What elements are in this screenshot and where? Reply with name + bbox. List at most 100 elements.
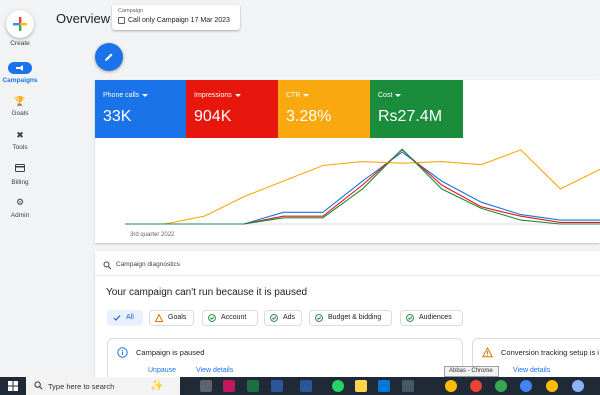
metric-ctr-value: 3.28% — [286, 108, 332, 125]
performance-line-chart: 3rd quarter 2022 — [125, 148, 600, 238]
issue-title: Campaign is paused — [136, 348, 205, 357]
create-button[interactable] — [6, 10, 34, 38]
chart-series-line-2 — [125, 149, 600, 225]
metric-cost[interactable]: Cost Rs27.4M — [370, 80, 463, 138]
megaphone-icon — [16, 65, 23, 71]
metric-phone-calls[interactable]: Phone calls 33K — [95, 80, 186, 138]
dropdown-caret-icon — [395, 93, 402, 97]
chart-series-line-3 — [125, 148, 600, 225]
info-icon — [117, 347, 128, 358]
app-icon[interactable] — [402, 380, 414, 392]
chrome-icon[interactable] — [495, 380, 507, 392]
metric-phone-calls-value: 33K — [103, 108, 132, 125]
whatsapp-icon[interactable] — [332, 380, 344, 392]
metric-impressions-label: Impressions — [194, 92, 241, 99]
check-circle-icon — [208, 314, 216, 322]
metric-impressions[interactable]: Impressions 904K — [186, 80, 278, 138]
chart-series-line-0 — [125, 151, 600, 225]
sidebar-label-tools[interactable]: Tools — [0, 144, 40, 151]
filter-chip-budget-bidding[interactable]: Budget & bidding — [309, 310, 392, 326]
chrome-icon[interactable] — [445, 380, 457, 392]
chrome-icon[interactable] — [546, 380, 558, 392]
metric-cost-value: Rs27.4M — [378, 108, 443, 125]
trophy-icon[interactable]: 🏆 — [0, 96, 40, 107]
filter-chip-budget-bidding-label: Budget & bidding — [328, 314, 382, 321]
campaign-diagnostics-card: Campaign diagnostics Your campaign can't… — [95, 251, 600, 380]
chrome-icon[interactable] — [572, 380, 584, 392]
campaign-picker[interactable]: Campaign Call only Campaign 17 Mar 2023 — [112, 5, 240, 30]
search-icon — [34, 381, 43, 390]
x-tick-label: 3rd quarter 2022 — [130, 232, 175, 238]
filter-chip-goals-label: Goals — [168, 314, 187, 321]
credit-card-icon[interactable] — [0, 164, 40, 174]
metric-ctr[interactable]: CTR 3.28% — [278, 80, 370, 138]
folder-icon[interactable] — [355, 380, 367, 392]
navigation-rail: Create Campaigns 🏆 Goals ✖ Tools Billing… — [0, 0, 40, 377]
pencil-icon — [105, 53, 113, 61]
metric-cost-label: Cost — [378, 92, 402, 99]
filter-chip-account[interactable]: Account — [202, 310, 258, 326]
windows-taskbar: Type here to search ✨ — [0, 377, 600, 395]
check-circle-icon — [270, 314, 278, 322]
dropdown-caret-icon — [234, 93, 241, 97]
check-circle-icon — [406, 314, 414, 322]
app-icon[interactable] — [223, 380, 235, 392]
issue-title: Conversion tracking setup is i — [501, 348, 599, 357]
warning-icon — [482, 347, 493, 358]
taskbar-search-placeholder: Type here to search — [48, 382, 115, 391]
unpause-button[interactable]: Unpause — [148, 367, 176, 374]
sidebar-item-campaigns[interactable] — [8, 62, 32, 74]
plus-icon — [13, 17, 27, 31]
page-title: Overview — [56, 11, 111, 26]
windows-start-icon[interactable] — [8, 381, 18, 391]
filter-chip-ads-label: Ads — [283, 314, 296, 321]
sidebar-label-campaigns[interactable]: Campaigns — [0, 77, 40, 84]
sidebar-label-admin[interactable]: Admin — [0, 212, 40, 219]
create-label: Create — [10, 40, 30, 47]
skype-icon[interactable] — [378, 380, 390, 392]
campaign-picker-caption: Campaign — [118, 8, 144, 14]
filter-chip-ads[interactable]: Ads — [264, 310, 302, 326]
check-circle-icon — [315, 314, 323, 322]
copilot-sparkle-icon[interactable]: ✨ — [150, 380, 164, 392]
metric-impressions-value: 904K — [194, 108, 232, 125]
filter-chip-all-label: All — [126, 314, 134, 321]
chrome-icon[interactable] — [470, 380, 482, 392]
diagnostics-search-icon — [103, 261, 112, 270]
filter-chip-all[interactable]: All — [107, 310, 143, 326]
sidebar-label-billing[interactable]: Billing — [0, 179, 40, 186]
metric-phone-calls-label: Phone calls — [103, 92, 149, 99]
edit-button[interactable] — [95, 43, 123, 71]
metric-cost-label-text: Cost — [378, 92, 393, 99]
warning-icon — [155, 314, 163, 322]
divider — [95, 275, 600, 276]
filter-chip-audiences-label: Audiences — [419, 314, 452, 321]
check-icon — [113, 315, 121, 321]
metric-phone-calls-label-text: Phone calls — [103, 92, 140, 99]
filter-chip-account-label: Account — [221, 314, 247, 321]
metric-impressions-label-text: Impressions — [194, 92, 232, 99]
campaign-type-icon — [118, 17, 125, 24]
chart-series-line-1 — [125, 149, 600, 225]
tools-icon[interactable]: ✖ — [0, 130, 40, 141]
taskbar-tooltip: Abbas - Chrome — [444, 366, 499, 377]
dropdown-caret-icon — [142, 93, 149, 97]
issue-card-campaign-paused: Campaign is paused Unpause View details — [107, 338, 463, 380]
word-icon[interactable] — [300, 380, 312, 392]
sidebar-label-goals[interactable]: Goals — [0, 110, 40, 117]
gear-icon[interactable]: ⚙ — [0, 197, 40, 208]
performance-chart-card: Phone calls 33K Impressions 904K CTR 3.2… — [95, 80, 600, 243]
filter-chip-audiences[interactable]: Audiences — [400, 310, 463, 326]
diagnostics-header: Campaign diagnostics — [116, 261, 180, 268]
file-explorer-icon[interactable] — [271, 380, 283, 392]
filter-chip-goals[interactable]: Goals — [149, 310, 194, 326]
view-details-button[interactable]: View details — [196, 367, 233, 374]
dropdown-caret-icon — [303, 93, 310, 97]
campaign-picker-value: Call only Campaign 17 Mar 2023 — [128, 17, 230, 24]
diagnostics-title: Your campaign can't run because it is pa… — [106, 287, 308, 298]
metric-ctr-label: CTR — [286, 92, 310, 99]
view-details-button[interactable]: View details — [513, 367, 550, 374]
task-view-icon[interactable] — [200, 380, 212, 392]
chrome-icon[interactable] — [520, 380, 532, 392]
excel-icon[interactable] — [247, 380, 259, 392]
